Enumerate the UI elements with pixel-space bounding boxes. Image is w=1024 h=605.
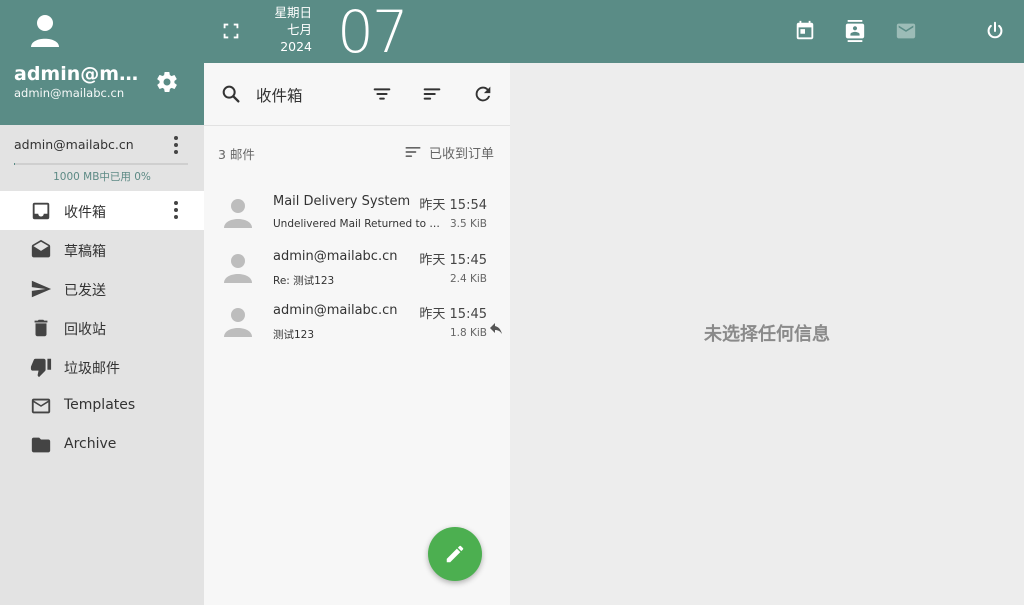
- pencil-icon: [446, 545, 464, 563]
- preview-pane: 未选择任何信息: [510, 63, 1024, 605]
- search-icon[interactable]: [220, 83, 242, 105]
- message-time: 昨天 15:54: [419, 198, 487, 213]
- month: 七月: [286, 22, 312, 37]
- date-small: 星期日 七月 2024: [264, 4, 312, 55]
- folder-label: 已发送: [64, 283, 106, 299]
- sort-indicator[interactable]: 已收到订单: [403, 142, 494, 162]
- folder-sent[interactable]: 已发送: [0, 269, 204, 308]
- folder-list: 收件箱 草稿箱 已发送 回收站 垃圾邮件 Templates Archive: [0, 191, 204, 464]
- list-header: 收件箱: [204, 63, 510, 126]
- sort-label: 已收到订单: [428, 146, 494, 162]
- person-icon: [224, 254, 252, 283]
- mail-icon[interactable]: [895, 20, 917, 42]
- folder-spam[interactable]: 垃圾邮件: [0, 347, 204, 386]
- account-header: admin@mailabc.cn admin@mailabc.cn: [0, 0, 204, 125]
- weekday: 星期日: [274, 5, 312, 20]
- gear-icon[interactable]: [155, 70, 179, 94]
- envelope-icon: [31, 398, 51, 414]
- message-size: 3.5 KiB: [449, 218, 487, 230]
- quota-text: 1000 MB中已用 0%: [53, 171, 151, 183]
- power-icon[interactable]: [984, 20, 1006, 42]
- calendar-icon[interactable]: [794, 20, 816, 42]
- message-row[interactable]: Mail Delivery System 昨天 15:54 Undelivere…: [204, 188, 510, 242]
- sidebar: admin@mailabc.cn admin@mailabc.cn admin@…: [0, 0, 204, 605]
- person-icon: [224, 308, 252, 337]
- person-icon: [224, 199, 252, 228]
- message-subject: 测试123: [273, 329, 315, 341]
- no-selection-text: 未选择任何信息: [704, 324, 830, 345]
- folder-inbox[interactable]: 收件箱: [0, 191, 204, 230]
- inbox-icon: [32, 202, 50, 220]
- folder-label: Templates: [64, 397, 136, 413]
- message-from: admin@mailabc.cn: [273, 249, 398, 264]
- send-icon: [31, 280, 52, 298]
- message-from: admin@mailabc.cn: [273, 303, 398, 318]
- drafts-icon: [31, 239, 51, 258]
- refresh-icon[interactable]: [472, 83, 494, 105]
- folder-label: 回收站: [64, 322, 106, 338]
- day-number: 07: [337, 0, 409, 66]
- year: 2024: [280, 39, 312, 54]
- folder-templates[interactable]: Templates: [0, 386, 204, 425]
- folder-archive[interactable]: Archive: [0, 425, 204, 464]
- account-email: admin@mailabc.cn: [14, 86, 125, 100]
- message-time: 昨天 15:45: [419, 307, 487, 322]
- quota-bar: [14, 163, 188, 165]
- filter-icon[interactable]: [371, 83, 393, 105]
- folder-label: 草稿箱: [64, 244, 106, 260]
- message-subject: Undelivered Mail Returned to Sender: [273, 218, 445, 230]
- quota-bar-fill: [14, 163, 15, 165]
- compose-button[interactable]: [428, 527, 482, 581]
- account-row-label: admin@mailabc.cn: [14, 137, 134, 152]
- message-time: 昨天 15:45: [419, 253, 487, 268]
- folder-icon: [31, 437, 51, 453]
- message-count: 3 邮件: [218, 147, 255, 162]
- message-row[interactable]: admin@mailabc.cn 昨天 15:45 Re: 测试123 2.4 …: [204, 243, 510, 297]
- message-list-pane: 收件箱 3 邮件 已收到订单 Mail Delivery System 昨天 1…: [204, 63, 510, 605]
- message-subject: Re: 测试123: [273, 275, 335, 287]
- thumb-down-icon: [30, 358, 52, 378]
- folder-label: Archive: [64, 436, 117, 452]
- reply-icon: [490, 323, 502, 334]
- folder-drafts[interactable]: 草稿箱: [0, 230, 204, 269]
- folder-label: 垃圾邮件: [64, 361, 120, 377]
- account-display-name: admin@mailabc.cn: [14, 63, 149, 85]
- more-vert-icon[interactable]: [168, 199, 184, 221]
- expand-icon[interactable]: [220, 20, 242, 42]
- message-size: 1.8 KiB: [449, 327, 487, 339]
- folder-label: 收件箱: [64, 205, 106, 221]
- message-size: 2.4 KiB: [449, 273, 487, 285]
- list-title: 收件箱: [256, 87, 303, 105]
- sort-icon: [405, 147, 421, 157]
- user-icon: [31, 15, 59, 47]
- account-row[interactable]: admin@mailabc.cn: [0, 126, 204, 164]
- contacts-icon[interactable]: [844, 20, 866, 42]
- message-from: Mail Delivery System: [273, 194, 411, 209]
- top-bar: 星期日 七月 2024 07: [204, 0, 1024, 66]
- folder-trash[interactable]: 回收站: [0, 308, 204, 347]
- message-row[interactable]: admin@mailabc.cn 昨天 15:45 测试123 1.8 KiB: [204, 297, 510, 351]
- more-vert-icon[interactable]: [168, 134, 184, 156]
- sort-icon[interactable]: [421, 83, 443, 105]
- trash-icon: [34, 319, 48, 337]
